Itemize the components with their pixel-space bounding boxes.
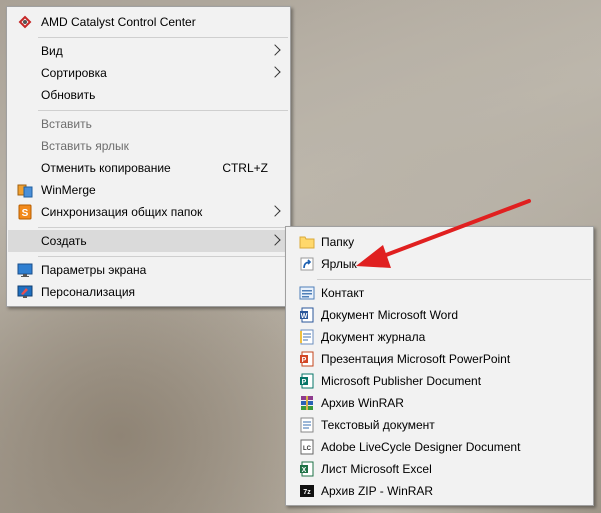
menu-separator [38, 256, 288, 257]
svg-text:LC: LC [303, 446, 312, 452]
menu-item-view[interactable]: Вид [8, 40, 289, 62]
menu-item-winmerge[interactable]: WinMerge [8, 179, 289, 201]
menu-item-label: Вид [41, 44, 63, 58]
chevron-right-icon [269, 234, 281, 246]
shortcut-icon [299, 256, 315, 272]
menu-separator [317, 279, 591, 280]
submenu-item-shortcut[interactable]: Ярлык [287, 253, 592, 275]
chevron-right-icon [269, 66, 281, 78]
submenu-item-label: Текстовый документ [321, 418, 435, 432]
submenu-item-publisher[interactable]: P Microsoft Publisher Document [287, 370, 592, 392]
sync-folders-icon: S [17, 204, 33, 220]
contact-icon [299, 285, 315, 301]
menu-item-label: Параметры экрана [41, 263, 147, 277]
menu-item-create[interactable]: Создать [8, 230, 289, 252]
chevron-right-icon [269, 44, 281, 56]
svg-text:P: P [302, 379, 307, 386]
submenu-item-label: Презентация Microsoft PowerPoint [321, 352, 511, 366]
svg-text:X: X [302, 467, 307, 474]
submenu-item-winrar[interactable]: Архив WinRAR [287, 392, 592, 414]
winrar-icon [299, 395, 315, 411]
menu-item-label: Вставить ярлык [41, 139, 129, 153]
menu-separator [38, 37, 288, 38]
svg-text:P: P [302, 357, 307, 364]
submenu-item-label: Архив WinRAR [321, 396, 404, 410]
submenu-item-label: Adobe LiveCycle Designer Document [321, 440, 521, 454]
submenu-item-label: Контакт [321, 286, 365, 300]
menu-separator [38, 110, 288, 111]
submenu-item-label: Документ журнала [321, 330, 426, 344]
submenu-item-label: Microsoft Publisher Document [321, 374, 482, 388]
submenu-item-journal[interactable]: Документ журнала [287, 326, 592, 348]
text-document-icon [299, 417, 315, 433]
chevron-right-icon [269, 205, 281, 217]
desktop-context-menu: AMD Catalyst Control Center Вид Сортиров… [6, 6, 291, 307]
menu-item-label: Персонализация [41, 285, 136, 299]
journal-icon [299, 329, 315, 345]
menu-item-label: Сортировка [41, 66, 107, 80]
menu-item-label: Обновить [41, 88, 96, 102]
menu-item-display-settings[interactable]: Параметры экрана [8, 259, 289, 281]
svg-text:S: S [22, 208, 29, 219]
submenu-item-zip[interactable]: 7z Архив ZIP - WinRAR [287, 480, 592, 502]
menu-item-label: Отменить копирование [41, 161, 171, 175]
svg-text:7z: 7z [303, 489, 311, 496]
submenu-item-label: Папку [321, 235, 355, 249]
menu-item-sync-folders[interactable]: S Синхронизация общих папок [8, 201, 289, 223]
winmerge-icon [17, 182, 33, 198]
amd-catalyst-icon [17, 14, 33, 30]
submenu-item-label: Ярлык [321, 257, 357, 271]
personalization-icon [17, 284, 33, 300]
publisher-icon: P [299, 373, 315, 389]
menu-item-amd-catalyst[interactable]: AMD Catalyst Control Center [8, 11, 289, 33]
submenu-item-folder[interactable]: Папку [287, 231, 592, 253]
submenu-item-word[interactable]: W Документ Microsoft Word [287, 304, 592, 326]
submenu-item-label: Лист Microsoft Excel [321, 462, 432, 476]
submenu-item-label: Документ Microsoft Word [321, 308, 459, 322]
menu-item-paste-shortcut: Вставить ярлык [8, 135, 289, 157]
menu-item-label: Синхронизация общих папок [41, 205, 203, 219]
create-submenu: Папку Ярлык Контакт W Документ Microsoft… [285, 226, 594, 506]
submenu-item-contact[interactable]: Контакт [287, 282, 592, 304]
menu-item-label: Вставить [41, 117, 92, 131]
menu-item-personalization[interactable]: Персонализация [8, 281, 289, 303]
word-icon: W [299, 307, 315, 323]
menu-separator [38, 227, 288, 228]
menu-item-label: Создать [41, 234, 87, 248]
winrar-zip-icon: 7z [299, 483, 315, 499]
display-settings-icon [17, 262, 33, 278]
menu-item-sort[interactable]: Сортировка [8, 62, 289, 84]
menu-item-shortcut: CTRL+Z [222, 161, 268, 175]
submenu-item-powerpoint[interactable]: P Презентация Microsoft PowerPoint [287, 348, 592, 370]
menu-item-paste: Вставить [8, 113, 289, 135]
menu-item-refresh[interactable]: Обновить [8, 84, 289, 106]
livecycle-icon: LC [299, 439, 315, 455]
svg-text:W: W [301, 313, 308, 320]
submenu-item-livecycle[interactable]: LC Adobe LiveCycle Designer Document [287, 436, 592, 458]
folder-icon [299, 234, 315, 250]
excel-icon: X [299, 461, 315, 477]
menu-item-label: AMD Catalyst Control Center [41, 15, 196, 29]
menu-item-undo-copy[interactable]: Отменить копирование CTRL+Z [8, 157, 289, 179]
submenu-item-excel[interactable]: X Лист Microsoft Excel [287, 458, 592, 480]
submenu-item-label: Архив ZIP - WinRAR [321, 484, 434, 498]
menu-item-label: WinMerge [41, 183, 96, 197]
powerpoint-icon: P [299, 351, 315, 367]
submenu-item-text-document[interactable]: Текстовый документ [287, 414, 592, 436]
